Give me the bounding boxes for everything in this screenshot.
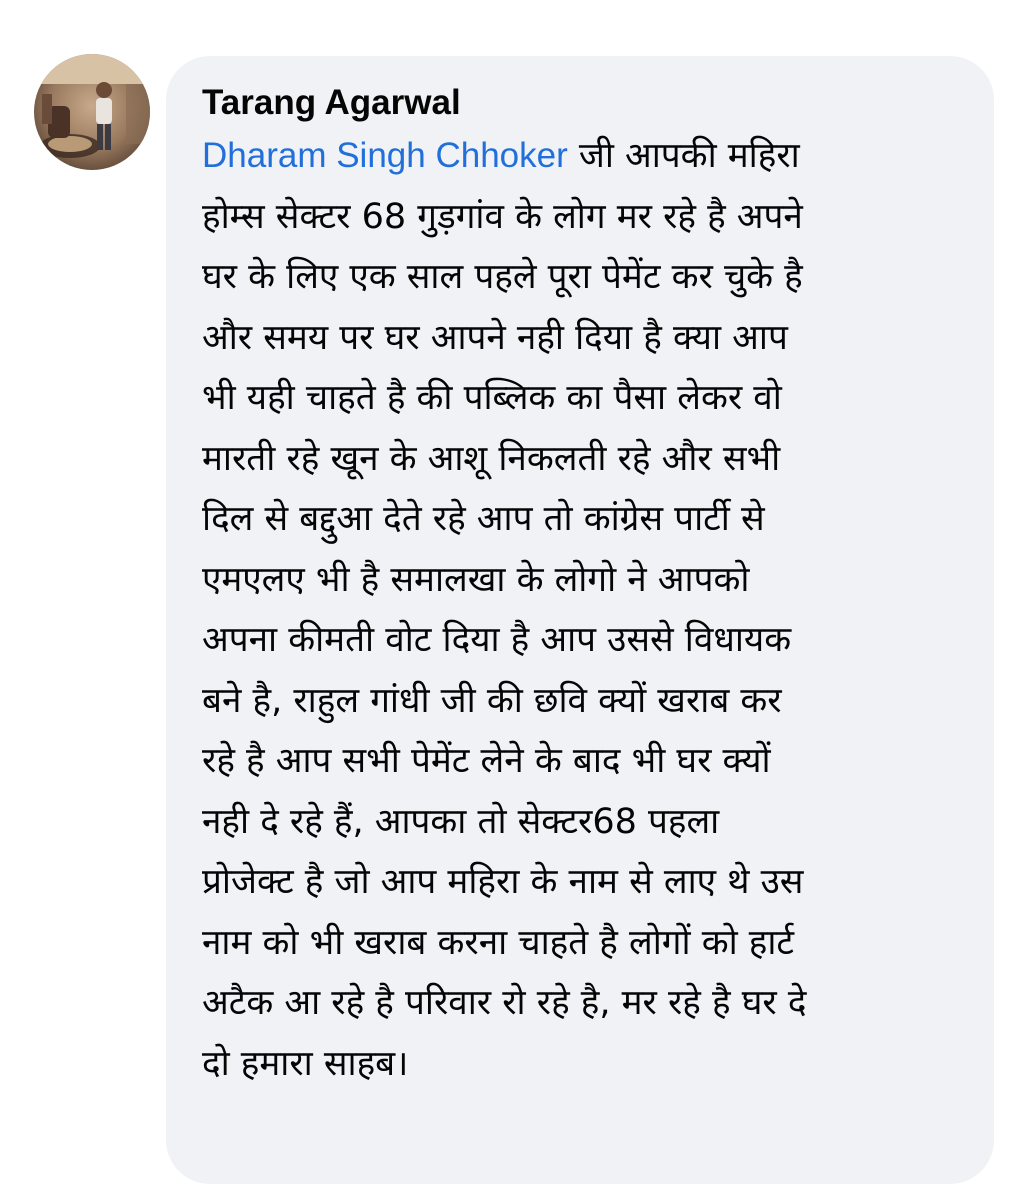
comment-bubble: Tarang Agarwal Dharam Singh Chhoker जी आ…: [166, 56, 994, 1184]
comment-screenshot: Tarang Agarwal Dharam Singh Chhoker जी आ…: [0, 0, 1028, 1200]
comment-author-name[interactable]: Tarang Agarwal: [202, 82, 958, 124]
comment-text: जी आपकी महिरा होम्स सेक्टर 68 गुड़गांव क…: [202, 136, 807, 1084]
profile-photo-icon: [34, 54, 150, 170]
author-avatar[interactable]: [34, 54, 150, 170]
mention-link[interactable]: Dharam Singh Chhoker: [202, 136, 568, 175]
comment-body: Dharam Singh Chhoker जी आपकी महिरा होम्स…: [202, 126, 958, 1094]
